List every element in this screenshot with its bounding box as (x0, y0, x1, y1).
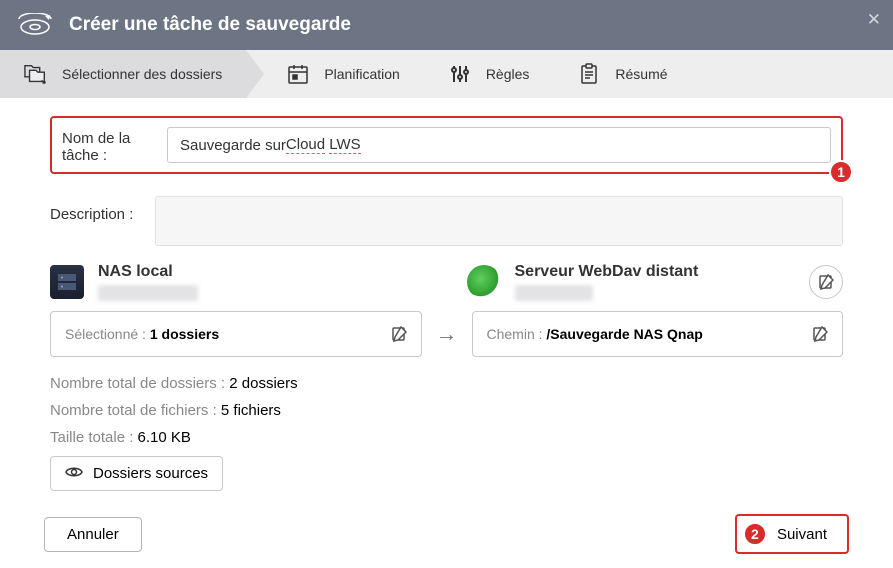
task-name-input[interactable]: Sauvegarde sur Cloud LWS (167, 127, 831, 163)
source-server: NAS local (50, 263, 427, 301)
callout-badge-1: 1 (829, 160, 853, 184)
dest-server: Serveur WebDav distant (467, 263, 844, 301)
task-name-label: Nom de la tâche : (62, 126, 167, 164)
edit-source-selection[interactable] (391, 326, 407, 342)
source-server-address (98, 285, 198, 301)
source-folders-button[interactable]: Dossiers sources (50, 456, 223, 491)
tab-summary[interactable]: Résumé (553, 50, 691, 98)
description-label: Description : (50, 196, 155, 223)
dest-path-box: Chemin : /Sauvegarde NAS Qnap (472, 311, 844, 357)
callout-badge-2: 2 (743, 522, 767, 546)
edit-dest-path[interactable] (812, 326, 828, 342)
folders-icon (24, 62, 48, 86)
clipboard-icon (577, 62, 601, 86)
close-icon[interactable]: ✕ (867, 10, 881, 30)
tab-schedule[interactable]: Planification (246, 50, 424, 98)
source-selection-box: Sélectionné : 1 dossiers (50, 311, 422, 357)
source-server-name: NAS local (98, 263, 427, 281)
cancel-button[interactable]: Annuler (44, 517, 142, 552)
backup-icon (15, 12, 55, 38)
edit-dest-button[interactable] (809, 265, 843, 299)
stat-size: Taille totale : 6.10 KB (50, 429, 843, 446)
webdav-icon (467, 265, 501, 299)
sliders-icon (448, 62, 472, 86)
tab-label: Sélectionner des dossiers (62, 66, 222, 82)
task-name-highlight: Nom de la tâche : Sauvegarde sur Cloud L… (50, 116, 843, 174)
tab-label: Règles (486, 66, 530, 82)
dest-server-address (515, 285, 593, 301)
description-input[interactable] (155, 196, 843, 246)
next-button[interactable]: 2 Suivant (735, 514, 849, 554)
calendar-icon (286, 62, 310, 86)
dest-server-name: Serveur WebDav distant (515, 263, 796, 281)
tab-label: Résumé (615, 66, 667, 82)
tab-rules[interactable]: Règles (424, 50, 554, 98)
nas-icon (50, 265, 84, 299)
dialog-title: Créer une tâche de sauvegarde (69, 14, 351, 36)
tab-select-folders[interactable]: Sélectionner des dossiers (0, 50, 246, 98)
dialog-header: Créer une tâche de sauvegarde ✕ (0, 0, 893, 50)
eye-icon (65, 465, 83, 482)
arrow-icon: → (436, 321, 458, 347)
stat-files: Nombre total de fichiers : 5 fichiers (50, 402, 843, 419)
tab-label: Planification (324, 66, 400, 82)
wizard-tabs: Sélectionner des dossiers Planification … (0, 50, 893, 98)
stat-folders: Nombre total de dossiers : 2 dossiers (50, 375, 843, 392)
